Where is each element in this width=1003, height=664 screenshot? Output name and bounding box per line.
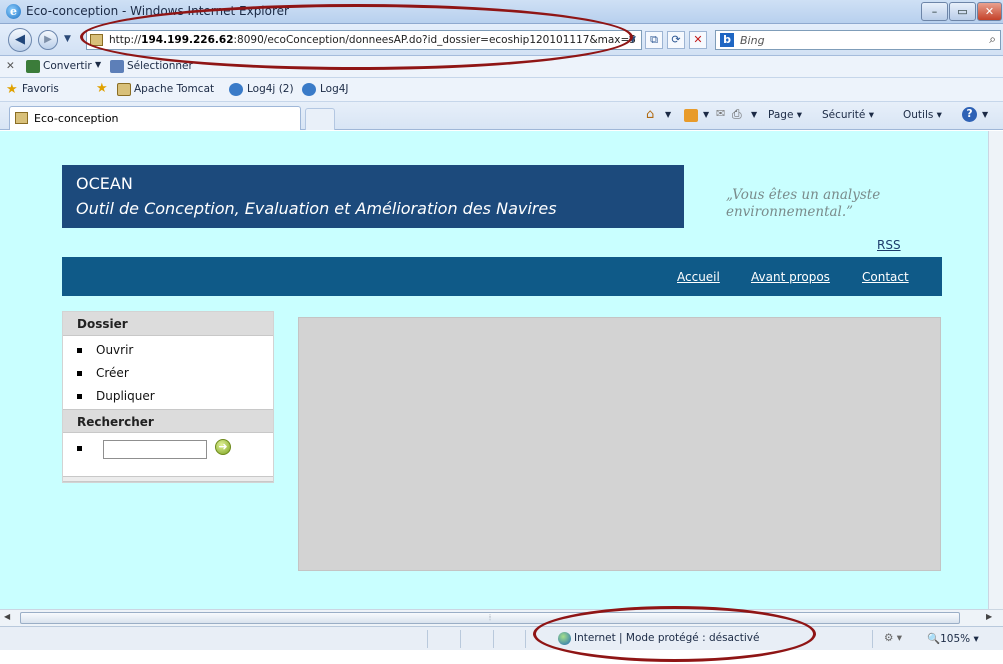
- scrollbar-thumb[interactable]: ⦙: [20, 612, 960, 624]
- favorites-button[interactable]: Favoris: [22, 83, 59, 95]
- tab-favicon-icon: [15, 112, 28, 124]
- vertical-scrollbar[interactable]: [988, 131, 1003, 609]
- search-placeholder: Bing: [740, 34, 765, 47]
- sidebar-item-creer[interactable]: Créer: [77, 366, 129, 380]
- role-quote: „Vous êtes un analyste environnemental.”: [726, 187, 881, 220]
- scroll-right-icon[interactable]: ▶: [986, 612, 992, 621]
- select-icon: [110, 60, 124, 73]
- tab-label: Eco-conception: [34, 112, 119, 125]
- tab-row: Eco-conception ⌂ ▼ ▼ ✉ ⎙ ▼ Page ▾ Sécuri…: [0, 102, 1003, 130]
- sidebar: Dossier Ouvrir Créer Dupliquer Recherche…: [62, 311, 274, 483]
- feeds-dropdown-icon[interactable]: ▼: [703, 110, 709, 119]
- minimize-button[interactable]: –: [921, 2, 948, 21]
- ie-page-icon: [229, 83, 243, 96]
- sidebar-item-ouvrir[interactable]: Ouvrir: [77, 343, 133, 357]
- nav-link-accueil[interactable]: Accueil: [677, 270, 720, 284]
- content-panel: [298, 317, 941, 571]
- search-box[interactable]: b Bing ⌕: [715, 30, 1001, 50]
- home-icon[interactable]: ⌂: [646, 107, 654, 122]
- favorite-link-log4j[interactable]: Log4J: [320, 83, 349, 95]
- search-input[interactable]: [103, 440, 207, 459]
- nav-link-avant-propos[interactable]: Avant propos: [751, 270, 830, 284]
- feeds-icon[interactable]: [684, 109, 698, 122]
- help-dropdown-icon[interactable]: ▼: [982, 110, 988, 119]
- sidebar-item-dupliquer[interactable]: Dupliquer: [77, 389, 155, 403]
- add-favorite-icon[interactable]: ★: [96, 81, 108, 96]
- zoom-control[interactable]: 🔍105% ▾: [927, 632, 979, 645]
- bullet-icon: [77, 446, 82, 451]
- status-divider: [872, 630, 873, 648]
- internet-zone-icon: [558, 632, 571, 645]
- search-icon[interactable]: ⌕: [989, 32, 996, 47]
- favorites-star-icon: ★: [6, 82, 18, 97]
- site-header: OCEAN Outil de Conception, Evaluation et…: [62, 165, 684, 228]
- search-section-title: Rechercher: [77, 415, 154, 429]
- close-button[interactable]: ✕: [977, 2, 1002, 21]
- close-toolbar-icon[interactable]: ✕: [6, 60, 15, 72]
- status-bar: Internet | Mode protégé : désactivé ⚙ ▾ …: [0, 626, 1003, 650]
- ie-page-icon: [302, 83, 316, 96]
- add-ons-icon[interactable]: ⚙ ▾: [884, 632, 902, 644]
- favorites-bar: ★ Favoris ★ Apache Tomcat Log4j (2) Log4…: [0, 78, 1003, 102]
- internet-explorer-icon: e: [6, 4, 21, 19]
- tools-menu[interactable]: Outils ▾: [903, 109, 942, 121]
- sidebar-footer: [63, 476, 273, 482]
- history-dropdown-icon[interactable]: ▼: [64, 34, 71, 44]
- status-divider: [525, 630, 526, 648]
- security-menu[interactable]: Sécurité ▾: [822, 109, 874, 121]
- convert-dropdown-icon[interactable]: ▼: [95, 60, 101, 69]
- bullet-icon: [77, 348, 82, 353]
- print-dropdown-icon[interactable]: ▼: [751, 110, 757, 119]
- address-dropdown-icon[interactable]: ▼: [629, 35, 636, 45]
- status-divider: [460, 630, 461, 648]
- back-button[interactable]: ◀: [8, 28, 32, 52]
- dossier-section-title: Dossier: [77, 317, 128, 331]
- bing-logo-icon: b: [720, 33, 734, 47]
- dossier-section-header: Dossier: [63, 312, 273, 336]
- horizontal-scrollbar[interactable]: ◀ ⦙ ▶: [0, 609, 1003, 626]
- maximize-button[interactable]: ▭: [949, 2, 976, 21]
- search-go-icon[interactable]: ➜: [215, 439, 231, 455]
- convert-icon: [26, 60, 40, 73]
- refresh-icon[interactable]: ⟳: [667, 31, 685, 49]
- bullet-icon: [77, 394, 82, 399]
- site-name: OCEAN: [76, 174, 133, 193]
- tab-eco-conception[interactable]: Eco-conception: [9, 106, 301, 130]
- site-subtitle: Outil de Conception, Evaluation et Améli…: [76, 199, 557, 218]
- favorite-link-log4j-2[interactable]: Log4j (2): [247, 83, 294, 95]
- command-bar: ✕ Convertir ▼ Sélectionner: [0, 56, 1003, 78]
- window-title: Eco-conception - Windows Internet Explor…: [26, 4, 289, 18]
- compatibility-view-icon[interactable]: ⧉: [645, 31, 663, 49]
- rss-link[interactable]: RSS: [877, 238, 901, 252]
- mail-icon[interactable]: ✉: [716, 107, 725, 120]
- new-tab-button[interactable]: [305, 108, 335, 130]
- page-menu[interactable]: Page ▾: [768, 109, 802, 121]
- status-divider: [427, 630, 428, 648]
- scroll-left-icon[interactable]: ◀: [4, 612, 10, 621]
- favorite-link-tomcat[interactable]: Apache Tomcat: [134, 83, 214, 95]
- security-zone-status[interactable]: Internet | Mode protégé : désactivé: [574, 632, 759, 644]
- status-divider: [493, 630, 494, 648]
- address-url[interactable]: http://194.199.226.62:8090/ecoConception…: [109, 34, 636, 46]
- bullet-icon: [77, 371, 82, 376]
- tomcat-icon: [117, 83, 131, 96]
- address-bar[interactable]: http://194.199.226.62:8090/ecoConception…: [86, 30, 642, 50]
- convert-button[interactable]: Convertir: [43, 60, 92, 72]
- nav-link-contact[interactable]: Contact: [862, 270, 909, 284]
- search-section-header: Rechercher: [63, 409, 273, 433]
- stop-icon[interactable]: ✕: [689, 31, 707, 49]
- select-button[interactable]: Sélectionner: [127, 60, 193, 72]
- forward-button[interactable]: ▶: [38, 30, 58, 50]
- help-icon[interactable]: ?: [962, 107, 977, 122]
- site-navigation: Accueil Avant propos Contact: [62, 257, 942, 296]
- page-viewport: OCEAN Outil de Conception, Evaluation et…: [0, 131, 988, 609]
- navigation-bar: ◀ ▶ ▼ http://194.199.226.62:8090/ecoConc…: [0, 24, 1003, 56]
- window-titlebar: e Eco-conception - Windows Internet Expl…: [0, 0, 1003, 24]
- home-dropdown-icon[interactable]: ▼: [665, 110, 671, 119]
- print-icon[interactable]: ⎙: [732, 107, 742, 122]
- page-favicon-icon: [90, 34, 103, 46]
